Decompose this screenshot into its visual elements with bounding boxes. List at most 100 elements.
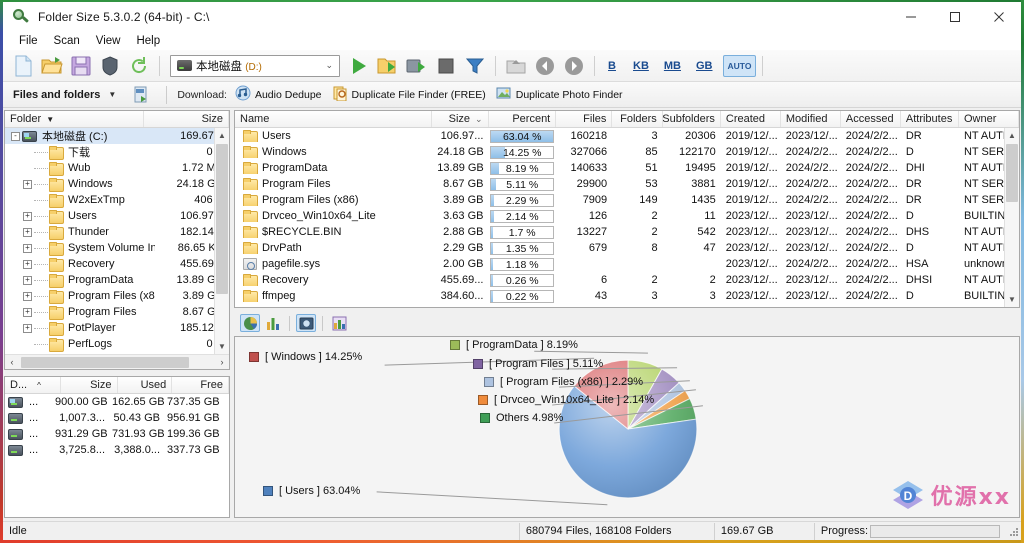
unit-button-auto[interactable]: AUTO (722, 54, 757, 77)
unit-button-kb[interactable]: KB (628, 55, 654, 77)
scrollbar-thumb[interactable] (1006, 144, 1018, 202)
legend-item-programdata[interactable]: [ ProgramData ] 8.19% (450, 339, 578, 351)
floppy-disk-icon[interactable] (67, 52, 95, 80)
menu-view[interactable]: View (88, 33, 129, 49)
expand-icon[interactable]: + (23, 275, 32, 285)
file-list-row[interactable]: pagefile.sys 2.00 GB 1.18 % 2023/12/... 2024… (235, 256, 1019, 272)
play-icon[interactable] (345, 52, 373, 80)
unit-button-gb[interactable]: GB (691, 55, 718, 77)
column-header-modified[interactable]: Modified (781, 111, 841, 127)
tree-row[interactable]: + Windows 24.18 GB (5, 176, 229, 192)
unit-button-b[interactable]: B (601, 55, 623, 77)
drive-row[interactable]: ... 900.00 GB 162.65 GB 737.35 GB (5, 394, 229, 410)
column-header-name[interactable]: Name (235, 111, 433, 127)
scroll-right-icon[interactable]: › (215, 357, 229, 367)
legend-item-drvceo[interactable]: [ Drvceo_Win10x64_Lite ] 2.14% (478, 394, 654, 406)
maximize-icon[interactable] (933, 2, 977, 32)
tree-row[interactable]: + ProgramData 13.89 GB (5, 272, 229, 288)
view-mode-label[interactable]: Files and folders (13, 89, 100, 101)
file-list-row[interactable]: Drvceo_Win10x64_Lite 3.63 GB 2.14 % 126 2 11 2… (235, 208, 1019, 224)
drive-row[interactable]: ... 931.29 GB 731.93 GB 199.36 GB (5, 426, 229, 442)
tree-row[interactable]: W2xExTmp 406 B (5, 192, 229, 208)
drive-scan-icon[interactable] (403, 52, 431, 80)
file-list-row[interactable]: Program Files 8.67 GB 5.11 % 29900 53 3881 201… (235, 176, 1019, 192)
shield-icon[interactable] (96, 52, 124, 80)
column-header-files[interactable]: Files (556, 111, 613, 127)
link-audio-dedupe[interactable]: Audio Dedupe (235, 85, 322, 104)
column-header-percent[interactable]: Percent (489, 111, 557, 127)
collapse-icon[interactable]: - (11, 131, 20, 141)
file-list-row[interactable]: Program Files (x86) 3.89 GB 2.29 % 7909 149 1… (235, 192, 1019, 208)
expand-icon[interactable]: + (23, 323, 32, 333)
tree-row[interactable]: - 本地磁盘 (C:) 169.67... (5, 128, 229, 144)
file-list-vertical-scrollbar[interactable]: ▲ ▼ (1004, 128, 1019, 307)
column-header-folder[interactable]: Folder ▼ (5, 111, 144, 127)
scrollbar-thumb[interactable] (216, 144, 228, 294)
legend-item-program-files[interactable]: [ Program Files ] 5.11% (473, 358, 603, 370)
column-header-free[interactable]: Free (172, 377, 229, 393)
link-duplicate-file-finder[interactable]: Duplicate File Finder (FREE) (332, 85, 486, 104)
column-header-used[interactable]: Used (118, 377, 173, 393)
refresh-icon[interactable] (125, 52, 153, 80)
pie-chart-icon[interactable] (240, 314, 260, 332)
column-header-size[interactable]: Size (144, 111, 229, 127)
folder-tree-body[interactable]: -本地磁盘 (C:)169.67...下载0 BWub1.72 MB+Windo… (5, 128, 229, 354)
tree-row[interactable]: + Program Files 8.67 GB (5, 304, 229, 320)
file-list-row[interactable]: ProgramData 13.89 GB 8.19 % 140633 51 19495 20… (235, 160, 1019, 176)
column-header-folders[interactable]: Folders (612, 111, 663, 127)
column-header-attributes[interactable]: Attributes (901, 111, 959, 127)
scroll-down-icon[interactable]: ▼ (215, 339, 229, 354)
expand-icon[interactable]: + (23, 211, 32, 221)
stop-icon[interactable] (432, 52, 460, 80)
tree-vertical-scrollbar[interactable]: ▲ ▼ (214, 128, 229, 354)
funnel-icon[interactable] (461, 52, 489, 80)
tree-row[interactable]: 下载0 B (5, 144, 229, 160)
expand-icon[interactable]: + (23, 307, 32, 317)
folder-up-icon[interactable] (502, 52, 530, 80)
link-duplicate-photo-finder[interactable]: Duplicate Photo Finder (496, 85, 623, 104)
scroll-up-icon[interactable]: ▲ (215, 128, 229, 143)
legend-item-users[interactable]: [ Users ] 63.04% (263, 485, 360, 497)
scrollbar-track[interactable] (19, 356, 215, 368)
file-list-row[interactable]: DrvPath 2.29 GB 1.35 % 679 8 47 2023/12/... 202… (235, 240, 1019, 256)
expand-icon[interactable]: + (23, 179, 32, 189)
scroll-left-icon[interactable]: ‹ (5, 357, 19, 367)
column-header-owner[interactable]: Owner (959, 111, 1019, 127)
tree-row[interactable]: + Program Files (x86) 3.89 GB (5, 288, 229, 304)
expand-icon[interactable]: + (23, 227, 32, 237)
minimize-icon[interactable] (889, 2, 933, 32)
tree-horizontal-scrollbar[interactable]: ‹ › (5, 354, 229, 369)
legend-item-others[interactable]: Others 4.98% (480, 412, 563, 424)
tree-row[interactable]: Wub 1.72 MB (5, 160, 229, 176)
tree-row[interactable]: + PotPlayer 185.12... (5, 320, 229, 336)
export-icon[interactable] (128, 81, 156, 109)
scroll-up-icon[interactable]: ▲ (1005, 128, 1019, 143)
tree-row[interactable]: + Users 106.97... (5, 208, 229, 224)
close-icon[interactable] (977, 2, 1021, 32)
file-list-body[interactable]: Users 106.97... 63.04 % 160218 3 20306 2019/12… (235, 128, 1019, 307)
column-header-size[interactable]: Size (61, 377, 118, 393)
expand-icon[interactable]: + (23, 243, 32, 253)
drive-row[interactable]: ... 3,725.8... 3,388.0... 337.73 GB (5, 442, 229, 458)
tree-row[interactable]: + Recovery 455.69... (5, 256, 229, 272)
file-list-row[interactable]: Windows 24.18 GB 14.25 % 327066 85 122170 2019… (235, 144, 1019, 160)
chevron-down-icon[interactable]: ▼ (108, 90, 116, 99)
tree-row[interactable]: +My Websites13.94 KB (5, 352, 229, 354)
drive-row[interactable]: ... 1,007.3... 50.43 GB 956.91 GB (5, 410, 229, 426)
bar-chart-icon[interactable] (263, 314, 283, 332)
folder-scan-icon[interactable] (374, 52, 402, 80)
chart-save-icon[interactable] (329, 314, 349, 332)
drive-select[interactable]: 本地磁盘 (D:) ⌄ (170, 54, 340, 77)
chart-image-icon[interactable] (296, 314, 316, 332)
tree-row[interactable]: +System Volume Infor...86.65 KB (5, 240, 229, 256)
file-list-row[interactable]: Users 106.97... 63.04 % 160218 3 20306 2019/12… (235, 128, 1019, 144)
column-header-size[interactable]: Size ⌄ (432, 111, 489, 127)
menu-file[interactable]: File (11, 33, 46, 49)
tree-row[interactable]: + Thunder 182.14... (5, 224, 229, 240)
scrollbar-thumb[interactable] (21, 356, 189, 368)
resize-grip-icon[interactable] (1006, 524, 1020, 538)
column-header-subfolders[interactable]: Subfolders (663, 111, 721, 127)
open-folder-icon[interactable] (38, 52, 66, 80)
tree-row[interactable]: PerfLogs0 B (5, 336, 229, 352)
page-icon[interactable] (9, 52, 37, 80)
